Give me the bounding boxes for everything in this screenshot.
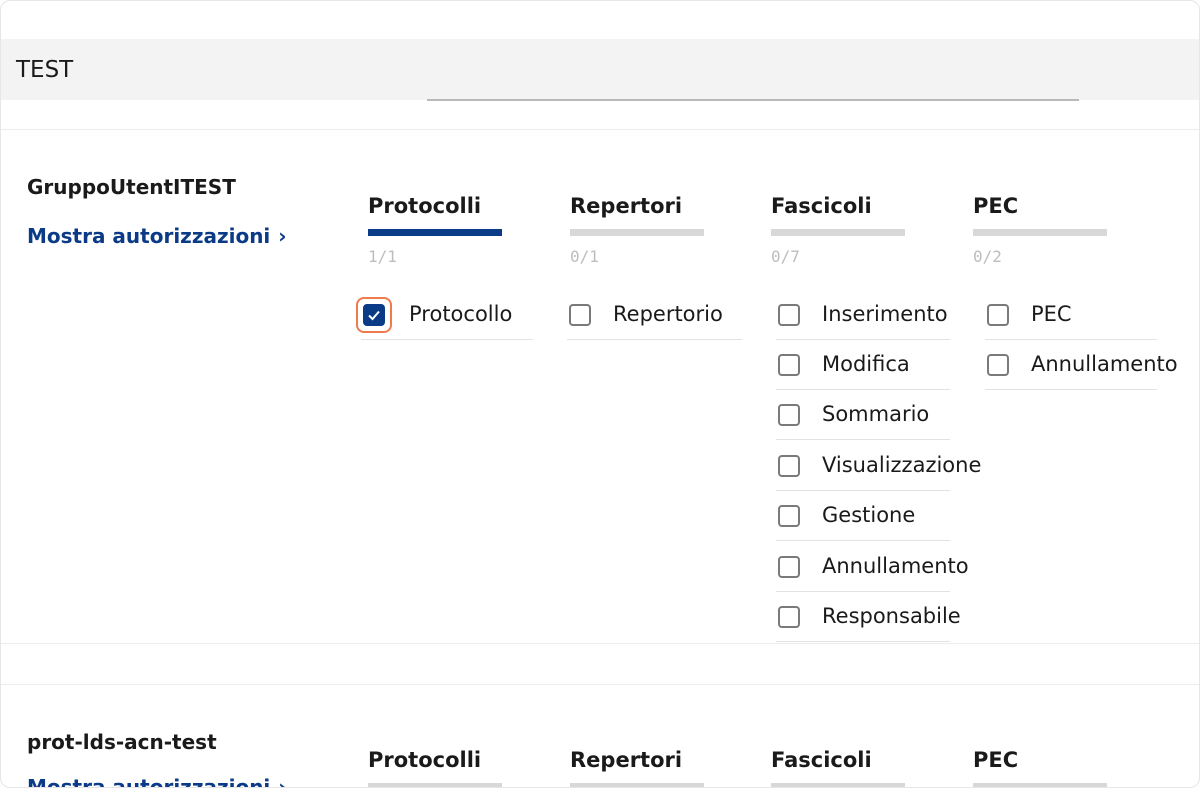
checkbox-label: Inserimento (822, 302, 948, 326)
tab-count: 0/7 (771, 247, 800, 266)
tab-progress-bar (570, 229, 704, 236)
checkbox-label: Sommario (822, 402, 930, 426)
checkbox-repertorio[interactable]: Repertorio (567, 302, 742, 340)
chevron-right-icon: › (278, 224, 287, 248)
tab-label: Fascicoli (771, 748, 872, 772)
header-underline (427, 99, 1079, 101)
checkbox[interactable] (778, 304, 800, 326)
checkbox-responsabile[interactable]: Responsabile (776, 604, 961, 642)
tab-label: Protocolli (368, 194, 482, 218)
show-permissions-link[interactable]: Mostra autorizzazioni › (27, 775, 287, 788)
tab-count: 0/1 (570, 247, 599, 266)
checkbox-sommario[interactable]: Sommario (776, 402, 950, 440)
checkbox[interactable] (569, 304, 591, 326)
checkbox-annullamento[interactable]: Annullamento (776, 554, 969, 592)
tab-label: PEC (973, 748, 1019, 772)
divider (1, 643, 1199, 644)
checkbox[interactable] (778, 404, 800, 426)
app-frame: TEST GruppoUtentITEST Mostra autorizzazi… (0, 0, 1200, 788)
checkbox-pec[interactable]: PEC (985, 302, 1157, 340)
checkbox-inserimento[interactable]: Inserimento (776, 302, 950, 340)
group-name: GruppoUtentITEST (27, 175, 236, 199)
tab-progress-bar (771, 229, 905, 236)
tab-progress-bar (973, 229, 1107, 236)
checkbox-label: Gestione (822, 503, 916, 527)
tab-progress-bar (368, 229, 502, 236)
checkbox-protocollo[interactable]: Protocollo (356, 297, 533, 340)
divider (1, 684, 1199, 685)
tab-label: Repertori (570, 748, 683, 772)
checkbox-pec-annullamento[interactable]: Annullamento (985, 352, 1178, 390)
tab-progress-bar (570, 783, 704, 787)
tab-label: Protocolli (368, 748, 482, 772)
checkbox[interactable] (778, 505, 800, 527)
checkbox-checked[interactable] (363, 304, 385, 326)
divider (1, 129, 1199, 130)
tab-count: 0/2 (973, 247, 1002, 266)
section-header: TEST (1, 39, 1199, 100)
checkbox[interactable] (778, 556, 800, 578)
tab-label: Repertori (570, 194, 683, 218)
tab-progress-bar (368, 783, 502, 787)
checkbox-label: Repertorio (613, 302, 723, 326)
checkbox[interactable] (778, 455, 800, 477)
tab-progress-bar (973, 783, 1107, 787)
checkbox-label: Visualizzazione (822, 453, 982, 477)
show-permissions-link[interactable]: Mostra autorizzazioni › (27, 224, 287, 248)
checkbox[interactable] (778, 606, 800, 628)
check-icon (368, 310, 380, 321)
checkbox[interactable] (987, 354, 1009, 376)
checkbox[interactable] (987, 304, 1009, 326)
checkbox-label: Responsabile (822, 604, 961, 628)
checkbox-modifica[interactable]: Modifica (776, 352, 950, 390)
checkbox-gestione[interactable]: Gestione (776, 503, 950, 541)
section-title: TEST (16, 57, 74, 83)
checkbox-label: Annullamento (1031, 352, 1178, 376)
tab-progress-bar (771, 783, 905, 787)
tab-count: 1/1 (368, 247, 397, 266)
checkbox-label: Protocollo (409, 302, 513, 326)
show-permissions-label: Mostra autorizzazioni (27, 224, 271, 248)
group-name: prot-lds-acn-test (27, 730, 217, 754)
checkbox-visualizzazione[interactable]: Visualizzazione (776, 453, 981, 491)
tab-label: PEC (973, 194, 1019, 218)
checkbox-label: PEC (1031, 302, 1072, 326)
checkbox-label: Modifica (822, 352, 910, 376)
tab-label: Fascicoli (771, 194, 872, 218)
show-permissions-label: Mostra autorizzazioni (27, 775, 271, 788)
checkbox-label: Annullamento (822, 554, 969, 578)
checkbox[interactable] (778, 354, 800, 376)
chevron-right-icon: › (278, 775, 287, 788)
